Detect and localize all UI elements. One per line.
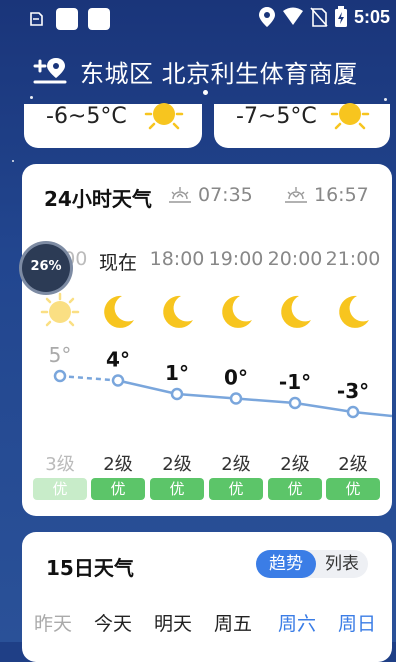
temp-point <box>346 405 360 419</box>
temp-point <box>53 369 67 383</box>
temp-label: 0° <box>224 366 248 390</box>
sunny-icon <box>144 103 184 130</box>
aqi-quality-badge: 优 <box>209 478 263 500</box>
temp-point <box>170 387 184 401</box>
day-label[interactable]: 周六 <box>268 609 326 636</box>
wifi-icon <box>282 7 303 25</box>
progress-label: 26% <box>30 259 62 274</box>
page-indicator-dot <box>203 90 208 95</box>
aqi-level: 2级 <box>162 454 192 475</box>
aqi-quality-badge: 优 <box>268 478 322 500</box>
toggle-trend[interactable]: 趋势 <box>256 550 316 578</box>
temp-label: 4° <box>106 348 130 372</box>
temp-label: -3° <box>337 379 369 403</box>
view-toggle: 趋势 列表 <box>256 550 368 578</box>
aqi-level: 2级 <box>280 454 310 475</box>
day-label[interactable]: 周日 <box>328 609 386 636</box>
toggle-list[interactable]: 列表 <box>316 550 368 578</box>
status-bar: 5:05 <box>0 0 396 40</box>
temp-label: 5° <box>49 343 72 367</box>
temp-point <box>111 374 125 387</box>
day-card-today[interactable]: -7~5°C <box>214 103 390 148</box>
aqi-level: 3级 <box>45 454 75 475</box>
status-time: 5:05 <box>353 6 390 27</box>
add-location-icon[interactable] <box>32 56 68 86</box>
day-card-yesterday[interactable]: -6~5°C <box>24 103 202 148</box>
app-notification-icon-2 <box>88 8 110 30</box>
aqi-quality-badge: 优 <box>33 478 87 500</box>
location-title[interactable]: 东城区 北京利生体育商厦 <box>80 54 358 89</box>
notification-icon <box>30 12 43 26</box>
day-temp-range: -7~5°C <box>236 104 317 129</box>
no-sim-icon <box>310 7 328 27</box>
aqi-quality-badge: 优 <box>150 478 204 500</box>
progress-bubble[interactable]: 26% <box>22 244 70 292</box>
location-status-icon <box>258 7 275 27</box>
aqi-quality-badge: 优 <box>91 478 145 500</box>
temp-line-past <box>59 374 119 382</box>
daily-title: 15日天气 <box>46 556 134 580</box>
day-label[interactable]: 今天 <box>84 609 142 636</box>
temp-point <box>288 396 302 410</box>
aqi-level: 2级 <box>221 454 251 475</box>
aqi-level: 2级 <box>338 454 368 475</box>
temp-label: 1° <box>165 361 189 385</box>
daily-forecast-card: 15日天气 趋势 列表 昨天 今天 明天 周五 周六 周日 <box>22 532 392 662</box>
hourly-forecast-card: 24小时天气 07:35 16:57 17:00 现在 18:00 19:00 … <box>22 164 392 516</box>
app-notification-icon <box>56 8 78 30</box>
day-temp-range: -6~5°C <box>46 104 127 129</box>
battery-charging-icon <box>334 6 347 27</box>
day-label[interactable]: 周五 <box>204 609 262 636</box>
sunny-icon <box>330 103 370 130</box>
temp-point <box>229 392 243 405</box>
day-label[interactable]: 昨天 <box>24 609 82 636</box>
day-label[interactable]: 明天 <box>144 609 202 636</box>
aqi-quality-badge: 优 <box>326 478 380 500</box>
aqi-level: 2级 <box>103 454 133 475</box>
temp-label: -1° <box>279 370 311 394</box>
location-header: 东城区 北京利生体育商厦 <box>0 46 396 94</box>
